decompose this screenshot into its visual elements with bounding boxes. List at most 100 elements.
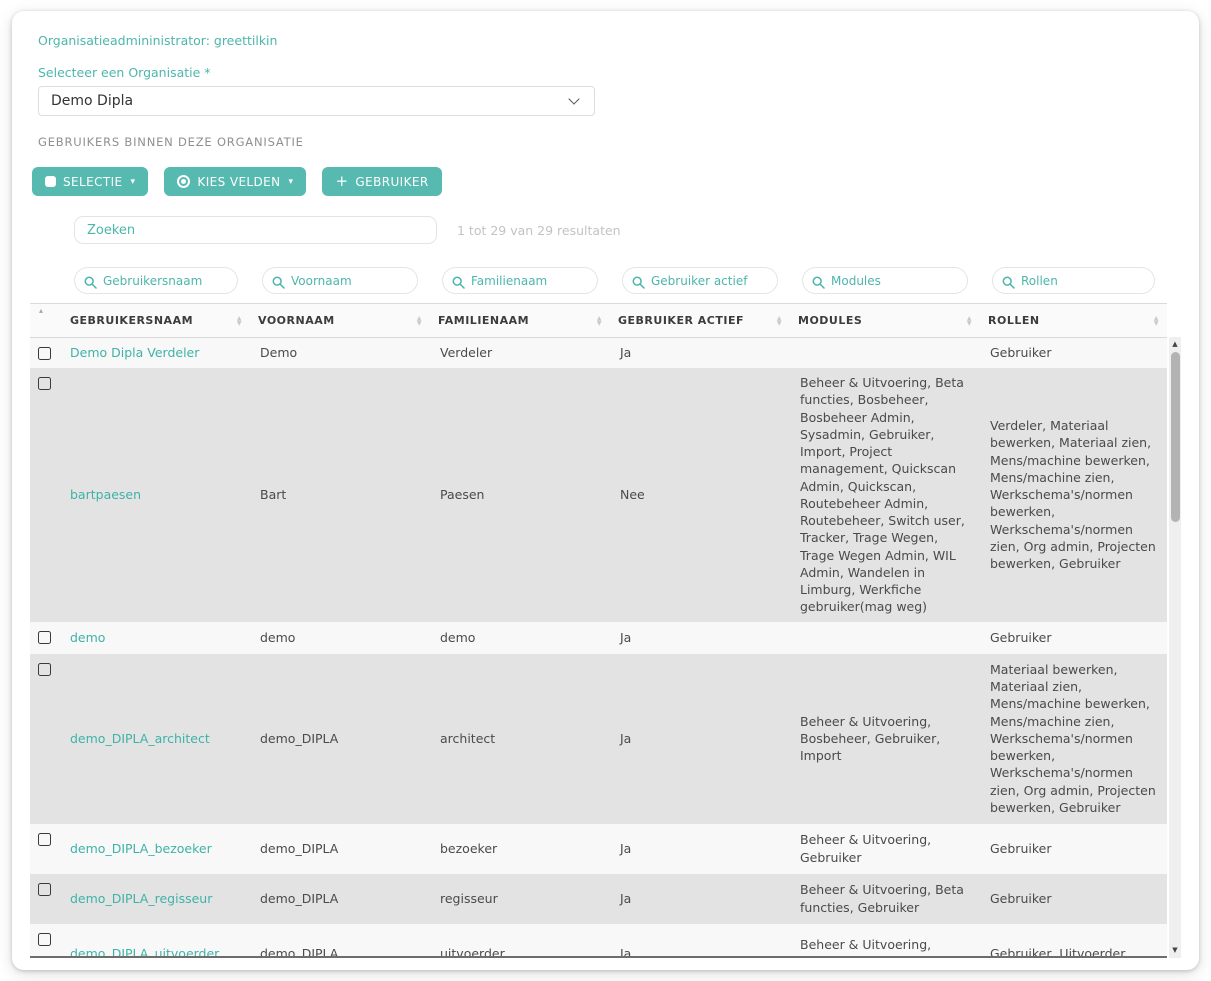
sort-icon: ▲▼	[597, 316, 602, 326]
header-gebruiker-actief[interactable]: GEBRUIKER ACTIEF ▲▼	[610, 304, 790, 338]
selectie-button-label: SELECTIE	[63, 175, 123, 189]
table-row: demo demo demo Ja Gebruiker	[30, 622, 1167, 654]
row-checkbox[interactable]	[38, 631, 51, 644]
sort-icon: ▲▼	[417, 316, 422, 326]
search-icon	[632, 274, 645, 293]
scrollbar-thumb[interactable]	[1171, 352, 1180, 522]
admin-panel: Organisatieadmininistrator: greettilkin …	[12, 11, 1199, 970]
kies-velden-button[interactable]: KIES VELDEN ▾	[164, 167, 306, 196]
table-row: Demo Dipla Verdeler Demo Verdeler Ja Geb…	[30, 338, 1167, 368]
search-input[interactable]	[74, 216, 437, 244]
filter-row	[30, 262, 1167, 304]
checkbox-icon	[45, 176, 56, 187]
cell-modules: Beheer & Uitvoering, Beta functies, Bosb…	[790, 368, 980, 622]
organisation-select[interactable]: Demo Dipla	[38, 86, 595, 116]
row-checkbox[interactable]	[38, 377, 51, 390]
user-link[interactable]: demo_DIPLA_architect	[70, 731, 210, 746]
add-gebruiker-button-label: GEBRUIKER	[355, 175, 428, 189]
row-checkbox[interactable]	[38, 933, 51, 946]
sort-asc-icon: ▴	[39, 306, 44, 315]
cell-rollen: Gebruiker, Uitvoerder	[980, 924, 1167, 959]
cell-rollen: Gebruiker	[980, 874, 1167, 924]
cell-voornaam: demo	[250, 622, 430, 654]
header-rollen[interactable]: ROLLEN ▲▼	[980, 304, 1167, 338]
filter-rollen-input[interactable]	[992, 267, 1155, 294]
results-count: 1 tot 29 van 29 resultaten	[457, 223, 621, 238]
filter-gebruikersnaam-input[interactable]	[74, 267, 238, 294]
chevron-down-icon	[568, 93, 579, 104]
sort-icon: ▲▼	[967, 316, 972, 326]
cell-modules: Beheer & Uitvoering, Bosbeheer, Gebruike…	[790, 654, 980, 824]
user-link[interactable]: demo	[70, 630, 105, 645]
cell-rollen: Materiaal bewerken, Materiaal zien, Mens…	[980, 654, 1167, 824]
toolbar: SELECTIE ▾ KIES VELDEN ▾ + GEBRUIKER	[32, 167, 1181, 196]
search-icon	[272, 274, 285, 293]
cell-voornaam: Bart	[250, 368, 430, 622]
cell-familienaam: architect	[430, 654, 610, 824]
cell-actief: Nee	[610, 368, 790, 622]
caret-down-icon: ▾	[131, 177, 136, 187]
user-link[interactable]: demo_DIPLA_bezoeker	[70, 841, 212, 856]
cell-modules: Beheer & Uitvoering, Gebruiker	[790, 824, 980, 874]
selectie-button[interactable]: SELECTIE ▾	[32, 167, 148, 196]
cell-familienaam: demo	[430, 622, 610, 654]
user-link[interactable]: Demo Dipla Verdeler	[70, 345, 199, 360]
user-link[interactable]: bartpaesen	[70, 487, 141, 502]
search-icon	[1002, 274, 1015, 293]
cell-rollen: Gebruiker	[980, 338, 1167, 368]
admin-user-label: Organisatieadmininistrator: greettilkin	[38, 33, 1181, 48]
add-gebruiker-button[interactable]: + GEBRUIKER	[322, 167, 441, 196]
eye-icon	[177, 175, 190, 188]
cell-rollen: Gebruiker	[980, 622, 1167, 654]
cell-modules: Beheer & Uitvoering, Beta functies, Gebr…	[790, 874, 980, 924]
filter-familienaam-input[interactable]	[442, 267, 598, 294]
cell-familienaam: Verdeler	[430, 338, 610, 368]
scroll-up-icon[interactable]: ▲	[1169, 338, 1181, 350]
cell-familienaam: regisseur	[430, 874, 610, 924]
organisation-select-label: Selecteer een Organisatie *	[38, 65, 1181, 80]
header-modules[interactable]: MODULES ▲▼	[790, 304, 980, 338]
users-table: ▴ GEBRUIKERSNAAM ▲▼ VOORNAAM ▲▼ FAMILIEN…	[30, 262, 1181, 958]
user-link[interactable]: demo_DIPLA_uitvoerder	[70, 946, 219, 958]
row-checkbox[interactable]	[38, 663, 51, 676]
column-header-row: ▴ GEBRUIKERSNAAM ▲▼ VOORNAAM ▲▼ FAMILIEN…	[30, 304, 1167, 338]
caret-down-icon: ▾	[289, 177, 294, 187]
cell-actief: Ja	[610, 338, 790, 368]
table-row: bartpaesen Bart Paesen Nee Beheer & Uitv…	[30, 368, 1167, 622]
user-link[interactable]: demo_DIPLA_regisseur	[70, 891, 212, 906]
table-row: demo_DIPLA_architect demo_DIPLA architec…	[30, 654, 1167, 824]
row-checkbox[interactable]	[38, 833, 51, 846]
table-row: demo_DIPLA_regisseur demo_DIPLA regisseu…	[30, 874, 1167, 924]
row-checkbox[interactable]	[38, 883, 51, 896]
cell-actief: Ja	[610, 874, 790, 924]
sort-icon: ▲▼	[237, 316, 242, 326]
filter-gebruiker-actief-input[interactable]	[622, 267, 778, 294]
organisation-select-value: Demo Dipla	[51, 93, 133, 109]
header-select-column[interactable]: ▴	[30, 304, 62, 338]
header-familienaam[interactable]: FAMILIENAAM ▲▼	[430, 304, 610, 338]
row-checkbox[interactable]	[38, 347, 51, 360]
cell-modules	[790, 622, 980, 654]
cell-familienaam: uitvoerder	[430, 924, 610, 959]
sort-icon: ▲▼	[1154, 316, 1159, 326]
cell-voornaam: Demo	[250, 338, 430, 368]
cell-actief: Ja	[610, 622, 790, 654]
cell-modules	[790, 338, 980, 368]
header-voornaam[interactable]: VOORNAAM ▲▼	[250, 304, 430, 338]
table-body: Demo Dipla Verdeler Demo Verdeler Ja Geb…	[30, 338, 1167, 958]
table-body-scroll-area: Demo Dipla Verdeler Demo Verdeler Ja Geb…	[30, 338, 1167, 958]
table-row: demo_DIPLA_uitvoerder demo_DIPLA uitvoer…	[30, 924, 1167, 959]
search-icon	[812, 274, 825, 293]
sort-icon: ▲▼	[777, 316, 782, 326]
scroll-down-icon[interactable]: ▼	[1169, 944, 1181, 956]
cell-familienaam: Paesen	[430, 368, 610, 622]
search-icon	[84, 274, 97, 293]
cell-rollen: Verdeler, Materiaal bewerken, Materiaal …	[980, 368, 1167, 622]
filter-modules-input[interactable]	[802, 267, 968, 294]
cell-actief: Ja	[610, 824, 790, 874]
filter-voornaam-input[interactable]	[262, 267, 418, 294]
plus-icon: +	[335, 174, 348, 189]
vertical-scrollbar[interactable]: ▲ ▼	[1169, 337, 1181, 958]
header-gebruikersnaam[interactable]: GEBRUIKERSNAAM ▲▼	[62, 304, 250, 338]
cell-modules: Beheer & Uitvoering, Gebruiker	[790, 924, 980, 959]
